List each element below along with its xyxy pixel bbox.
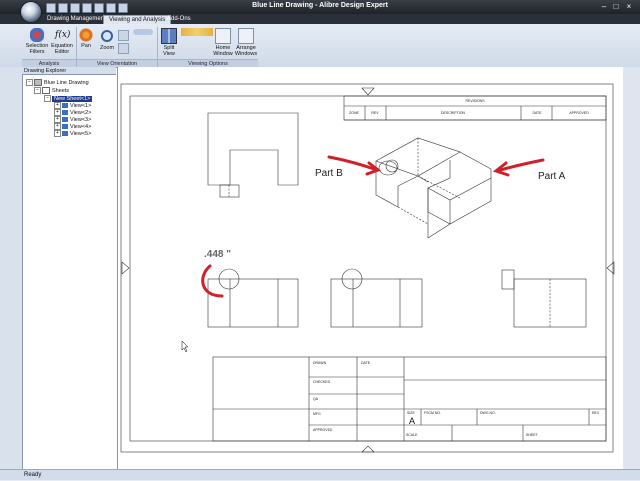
drawing-sheet[interactable]: REVISIONS ZONE REV DESCRIPTION DATE APPR… xyxy=(117,67,623,469)
tab-add-ons[interactable]: Add-Ons xyxy=(162,15,196,24)
tb-approved: APPROVED xyxy=(313,428,333,432)
arrange-windows-icon xyxy=(238,28,254,44)
view-orientation-icon[interactable] xyxy=(133,29,153,35)
new-icon[interactable] xyxy=(46,3,56,13)
tb-checked: CHECKED xyxy=(313,380,331,384)
tree-item-view[interactable]: + View<5> xyxy=(54,130,91,138)
selection-filters-icon xyxy=(30,28,44,42)
drawing-view-right xyxy=(501,269,587,328)
view-icon xyxy=(62,124,68,129)
tb-dwg-no: DWG NO. xyxy=(480,411,496,415)
rev-col-description: DESCRIPTION xyxy=(441,111,465,115)
view-icon xyxy=(62,117,68,122)
rev-col-approved: APPROVED xyxy=(569,111,589,115)
drawing-view-front xyxy=(207,268,299,328)
tb-date: DATE xyxy=(361,361,371,365)
equation-editor-button[interactable]: f(x) Equation Editor xyxy=(50,28,74,55)
dimension-label: .448 " xyxy=(204,249,231,260)
label-part-b: Part B xyxy=(315,168,343,179)
drawing-explorer-title: Drawing Explorer xyxy=(22,67,116,75)
tb-sheet: SHEET xyxy=(526,433,539,437)
expand-icon[interactable]: + xyxy=(54,123,61,130)
folder-icon xyxy=(42,87,50,94)
redo-icon[interactable] xyxy=(94,3,104,13)
tab-drawing-management[interactable]: Drawing Management xyxy=(42,15,111,24)
status-bar: Ready xyxy=(0,469,640,480)
home-window-icon xyxy=(215,28,231,44)
tb-drawn: DRAWN xyxy=(313,361,327,365)
tb-scale: SCALE xyxy=(406,433,418,437)
collapse-icon[interactable]: − xyxy=(34,87,41,94)
drawing-view-top xyxy=(207,112,299,198)
home-window-button[interactable]: Home Window xyxy=(212,28,234,57)
arrange-windows-button[interactable]: Arrange Windows xyxy=(234,28,258,57)
rev-col-rev: REV xyxy=(371,111,379,115)
close-icon[interactable]: × xyxy=(625,3,633,11)
center-mark-top xyxy=(361,87,375,96)
application-menu-button[interactable] xyxy=(20,1,42,23)
zoom-icon xyxy=(101,30,113,42)
save-icon[interactable] xyxy=(70,3,80,13)
expand-icon[interactable]: + xyxy=(54,116,61,123)
mouse-cursor-icon xyxy=(181,340,189,353)
expand-icon[interactable]: + xyxy=(54,130,61,137)
split-view-icon xyxy=(161,28,177,44)
zoom-fit-icon[interactable] xyxy=(118,30,129,41)
print-icon[interactable] xyxy=(106,3,116,13)
zoom-window-icon[interactable] xyxy=(118,43,129,54)
tb-fscm: FSCM NO. xyxy=(424,411,441,415)
expand-icon[interactable]: + xyxy=(54,102,61,109)
tree-item-sheets[interactable]: − Sheets xyxy=(34,87,69,95)
left-dock-strip xyxy=(0,67,22,469)
drawing-view-side xyxy=(330,268,423,328)
vertical-scrollbar[interactable] xyxy=(623,67,640,469)
collapse-icon[interactable]: − xyxy=(44,95,51,102)
drawing-icon xyxy=(34,79,42,86)
pan-button[interactable]: Pan xyxy=(78,28,94,49)
zoom-button[interactable]: Zoom xyxy=(98,28,116,51)
drawing-view-isometric xyxy=(375,137,492,239)
function-icon: f(x) xyxy=(55,30,71,40)
collapse-icon[interactable]: − xyxy=(26,79,33,86)
pan-icon xyxy=(79,28,93,42)
maximize-icon[interactable]: □ xyxy=(612,3,620,11)
window-title: Blue Line Drawing - Alibre Design Expert xyxy=(252,2,388,9)
tb-size: SIZE xyxy=(407,411,415,415)
title-block xyxy=(212,356,607,442)
tb-size-value: A xyxy=(409,416,415,426)
customize-icon[interactable] xyxy=(118,3,128,13)
selection-filters-button[interactable]: Selection Filters xyxy=(24,28,50,55)
label-part-a: Part A xyxy=(538,171,566,182)
center-mark-bottom xyxy=(361,445,375,453)
view-icon xyxy=(62,110,68,115)
tree-item-root[interactable]: − Blue Line Drawing xyxy=(26,79,89,87)
tb-qa: QA xyxy=(313,397,319,401)
view-icon xyxy=(62,131,68,136)
split-view-button[interactable]: Split View xyxy=(159,28,179,57)
center-mark-left xyxy=(121,261,130,275)
tb-mfg: MFG xyxy=(313,412,321,416)
open-icon[interactable] xyxy=(58,3,68,13)
revisions-header: REVISIONS xyxy=(465,99,485,103)
rev-col-date: DATE xyxy=(532,111,542,115)
sheet-outer-border xyxy=(120,83,614,453)
view-icon xyxy=(62,103,68,108)
expand-icon[interactable]: + xyxy=(54,109,61,116)
sheet-inner-border xyxy=(129,95,607,442)
undo-icon[interactable] xyxy=(82,3,92,13)
tb-rev: REV xyxy=(592,411,600,415)
rev-col-zone: ZONE xyxy=(349,111,359,115)
minimize-icon[interactable]: – xyxy=(600,3,608,11)
window-layout-icons[interactable] xyxy=(181,28,213,36)
